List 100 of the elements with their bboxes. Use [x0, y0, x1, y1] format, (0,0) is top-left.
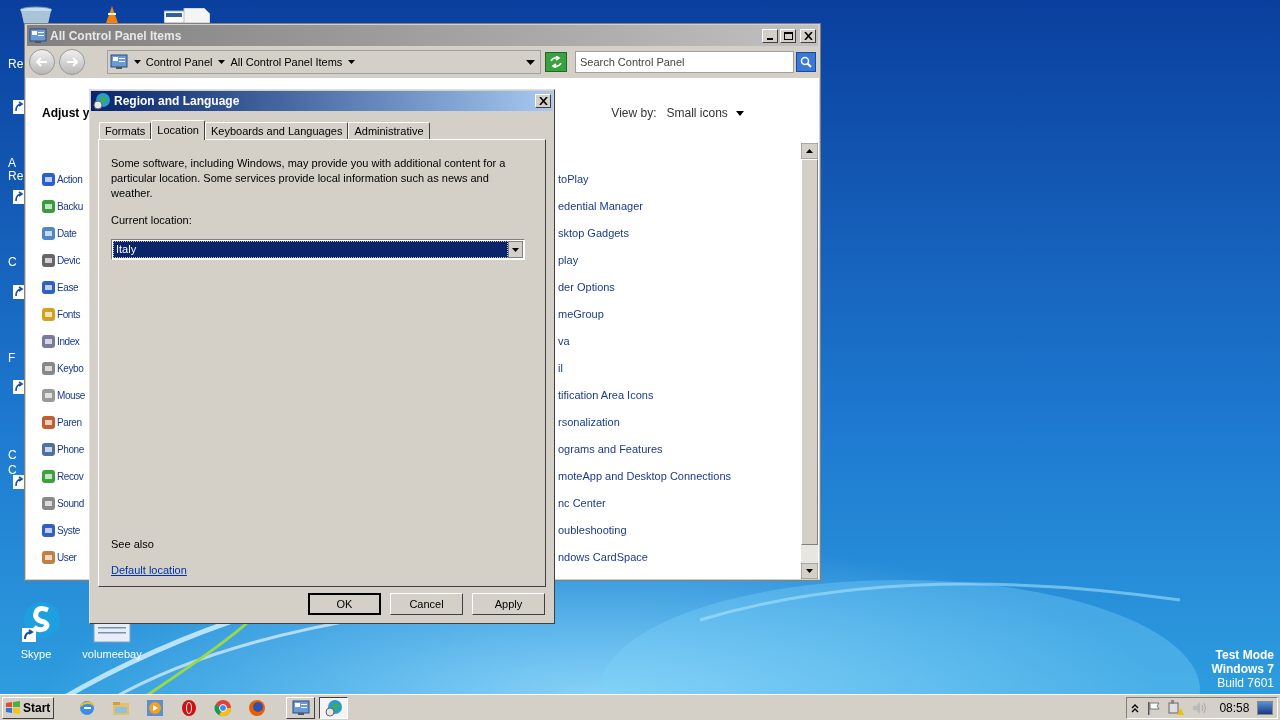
applet-icon[interactable]: [41, 388, 56, 403]
applet-icon[interactable]: [41, 496, 56, 511]
icon-label: A: [8, 157, 16, 170]
scroll-up-icon[interactable]: [801, 143, 818, 159]
page-heading: Adjust y: [42, 105, 90, 122]
icon-label: Skype: [20, 648, 52, 661]
applet-icon[interactable]: [41, 334, 56, 349]
applet-link[interactable]: tification Area Icons: [558, 387, 654, 404]
scroll-down-icon[interactable]: [801, 563, 818, 579]
wheel-icon[interactable]: [214, 698, 232, 717]
applet-icon[interactable]: [41, 253, 56, 268]
test-mode-text: Windows 7: [1211, 662, 1274, 676]
shortcut-arrow-icon: [13, 475, 25, 489]
applet-link[interactable]: oubleshooting: [558, 522, 627, 539]
applet-link[interactable]: Paren: [57, 415, 82, 430]
applet-link[interactable]: va: [558, 333, 570, 350]
applet-link[interactable]: edential Manager: [558, 198, 643, 215]
applet-link[interactable]: nc Center: [558, 495, 606, 512]
applet-icon[interactable]: [41, 280, 56, 295]
browser-icon[interactable]: [78, 698, 96, 717]
flag-icon[interactable]: [1146, 700, 1161, 715]
icon-label: Re: [8, 170, 24, 183]
applet-link[interactable]: der Options: [558, 279, 615, 296]
chevron-up-icon[interactable]: [1131, 702, 1139, 713]
applet-link[interactable]: rsonalization: [558, 414, 620, 431]
applet-link[interactable]: moteApp and Desktop Connections: [558, 468, 732, 485]
default-location-link[interactable]: Default location: [111, 561, 187, 578]
applet-icon[interactable]: [41, 172, 56, 187]
applet-icon[interactable]: [41, 199, 56, 214]
play-icon[interactable]: [146, 698, 164, 717]
show-desktop-button[interactable]: [1257, 700, 1273, 715]
applet-link[interactable]: Recov: [57, 469, 84, 484]
address-bar[interactable]: Control Panel All Control Panel Items: [106, 50, 542, 74]
windows-logo-icon[interactable]: [5, 699, 21, 716]
ring-icon[interactable]: [180, 698, 198, 717]
test-mode-text: Build 7601: [1217, 676, 1274, 690]
applet-link[interactable]: il: [558, 360, 563, 377]
forward-button[interactable]: [58, 49, 85, 75]
applet-link[interactable]: User: [57, 550, 77, 565]
trash-bin-icon[interactable]: [18, 6, 54, 24]
dialog-button[interactable]: Cancel: [390, 593, 463, 615]
caret-icon[interactable]: [133, 60, 141, 64]
shortcut-arrow-icon: [13, 380, 25, 394]
applet-icon[interactable]: [41, 442, 56, 457]
applet-link[interactable]: Syste: [57, 523, 80, 538]
icon-label: C: [8, 449, 17, 462]
dropdown-arrow-icon[interactable]: [526, 59, 536, 65]
applet-icon[interactable]: [41, 361, 56, 376]
location-dropdown[interactable]: Italy: [111, 238, 525, 260]
caret-icon[interactable]: [218, 60, 226, 64]
applet-icon[interactable]: [41, 415, 56, 430]
globe-icon[interactable]: [248, 698, 266, 717]
applet-link[interactable]: Keybo: [57, 361, 84, 376]
search-field[interactable]: Search Control Panel: [574, 51, 795, 73]
shortcut-arrow-icon: [13, 100, 25, 114]
applet-icon[interactable]: [41, 523, 56, 538]
taskbar-window-button[interactable]: [319, 696, 348, 719]
applet-link[interactable]: Index: [57, 334, 80, 349]
description-text: Some software, including Windows, may provide you with additional content for a particular location. Some services provide local information such as news and weather.: [111, 156, 507, 201]
field-label: Current location:: [111, 213, 193, 228]
network-warning-icon[interactable]: [1168, 699, 1184, 716]
applet-link[interactable]: ograms and Features: [558, 441, 663, 458]
applet-link[interactable]: toPlay: [558, 171, 589, 188]
dialog-button[interactable]: OK: [308, 593, 381, 615]
view-by-dropdown[interactable]: Small icons: [666, 104, 744, 122]
applet-link[interactable]: Date: [57, 226, 77, 241]
minimize-button[interactable]: [762, 28, 778, 43]
applet-link[interactable]: Fonts: [57, 307, 80, 322]
caret-icon[interactable]: [735, 110, 744, 116]
icon-label: C: [8, 256, 17, 269]
applet-link[interactable]: Mouse: [57, 388, 85, 403]
applet-icon[interactable]: [41, 469, 56, 484]
applet-icon[interactable]: [41, 226, 56, 241]
applet-link[interactable]: sktop Gadgets: [558, 225, 629, 242]
applet-link[interactable]: ndows CardSpace: [558, 549, 648, 566]
applet-link[interactable]: Phone: [57, 442, 84, 457]
applet-icon[interactable]: [41, 550, 56, 565]
applet-link[interactable]: Ease: [57, 280, 79, 295]
applet-link[interactable]: meGroup: [558, 306, 604, 323]
document-icon[interactable]: [164, 8, 210, 23]
back-button[interactable]: [29, 49, 55, 75]
clock[interactable]: 08:58: [1219, 698, 1250, 717]
control-panel-icon: [109, 54, 128, 70]
globe-icon: [93, 92, 111, 110]
breadcrumb[interactable]: All Control Panel Items: [230, 53, 343, 71]
caret-icon[interactable]: [348, 60, 356, 64]
applet-link[interactable]: Devic: [57, 253, 80, 268]
start-button[interactable]: Start: [2, 696, 54, 719]
applet-link[interactable]: Action: [57, 172, 83, 187]
applet-link[interactable]: play: [558, 252, 579, 269]
applet-link[interactable]: Backu: [57, 199, 83, 214]
tab[interactable]: Keyboards and Languages: [204, 122, 349, 139]
see-also-label: See also: [111, 537, 155, 552]
cone-icon[interactable]: [104, 5, 120, 23]
icon-label: F: [8, 352, 16, 365]
dialog-button[interactable]: Apply: [472, 593, 545, 615]
tab[interactable]: Administrative: [348, 122, 430, 139]
applet-link[interactable]: Sound: [57, 496, 84, 511]
breadcrumb[interactable]: Control Panel: [145, 53, 213, 71]
tab[interactable]: Location: [151, 120, 205, 140]
